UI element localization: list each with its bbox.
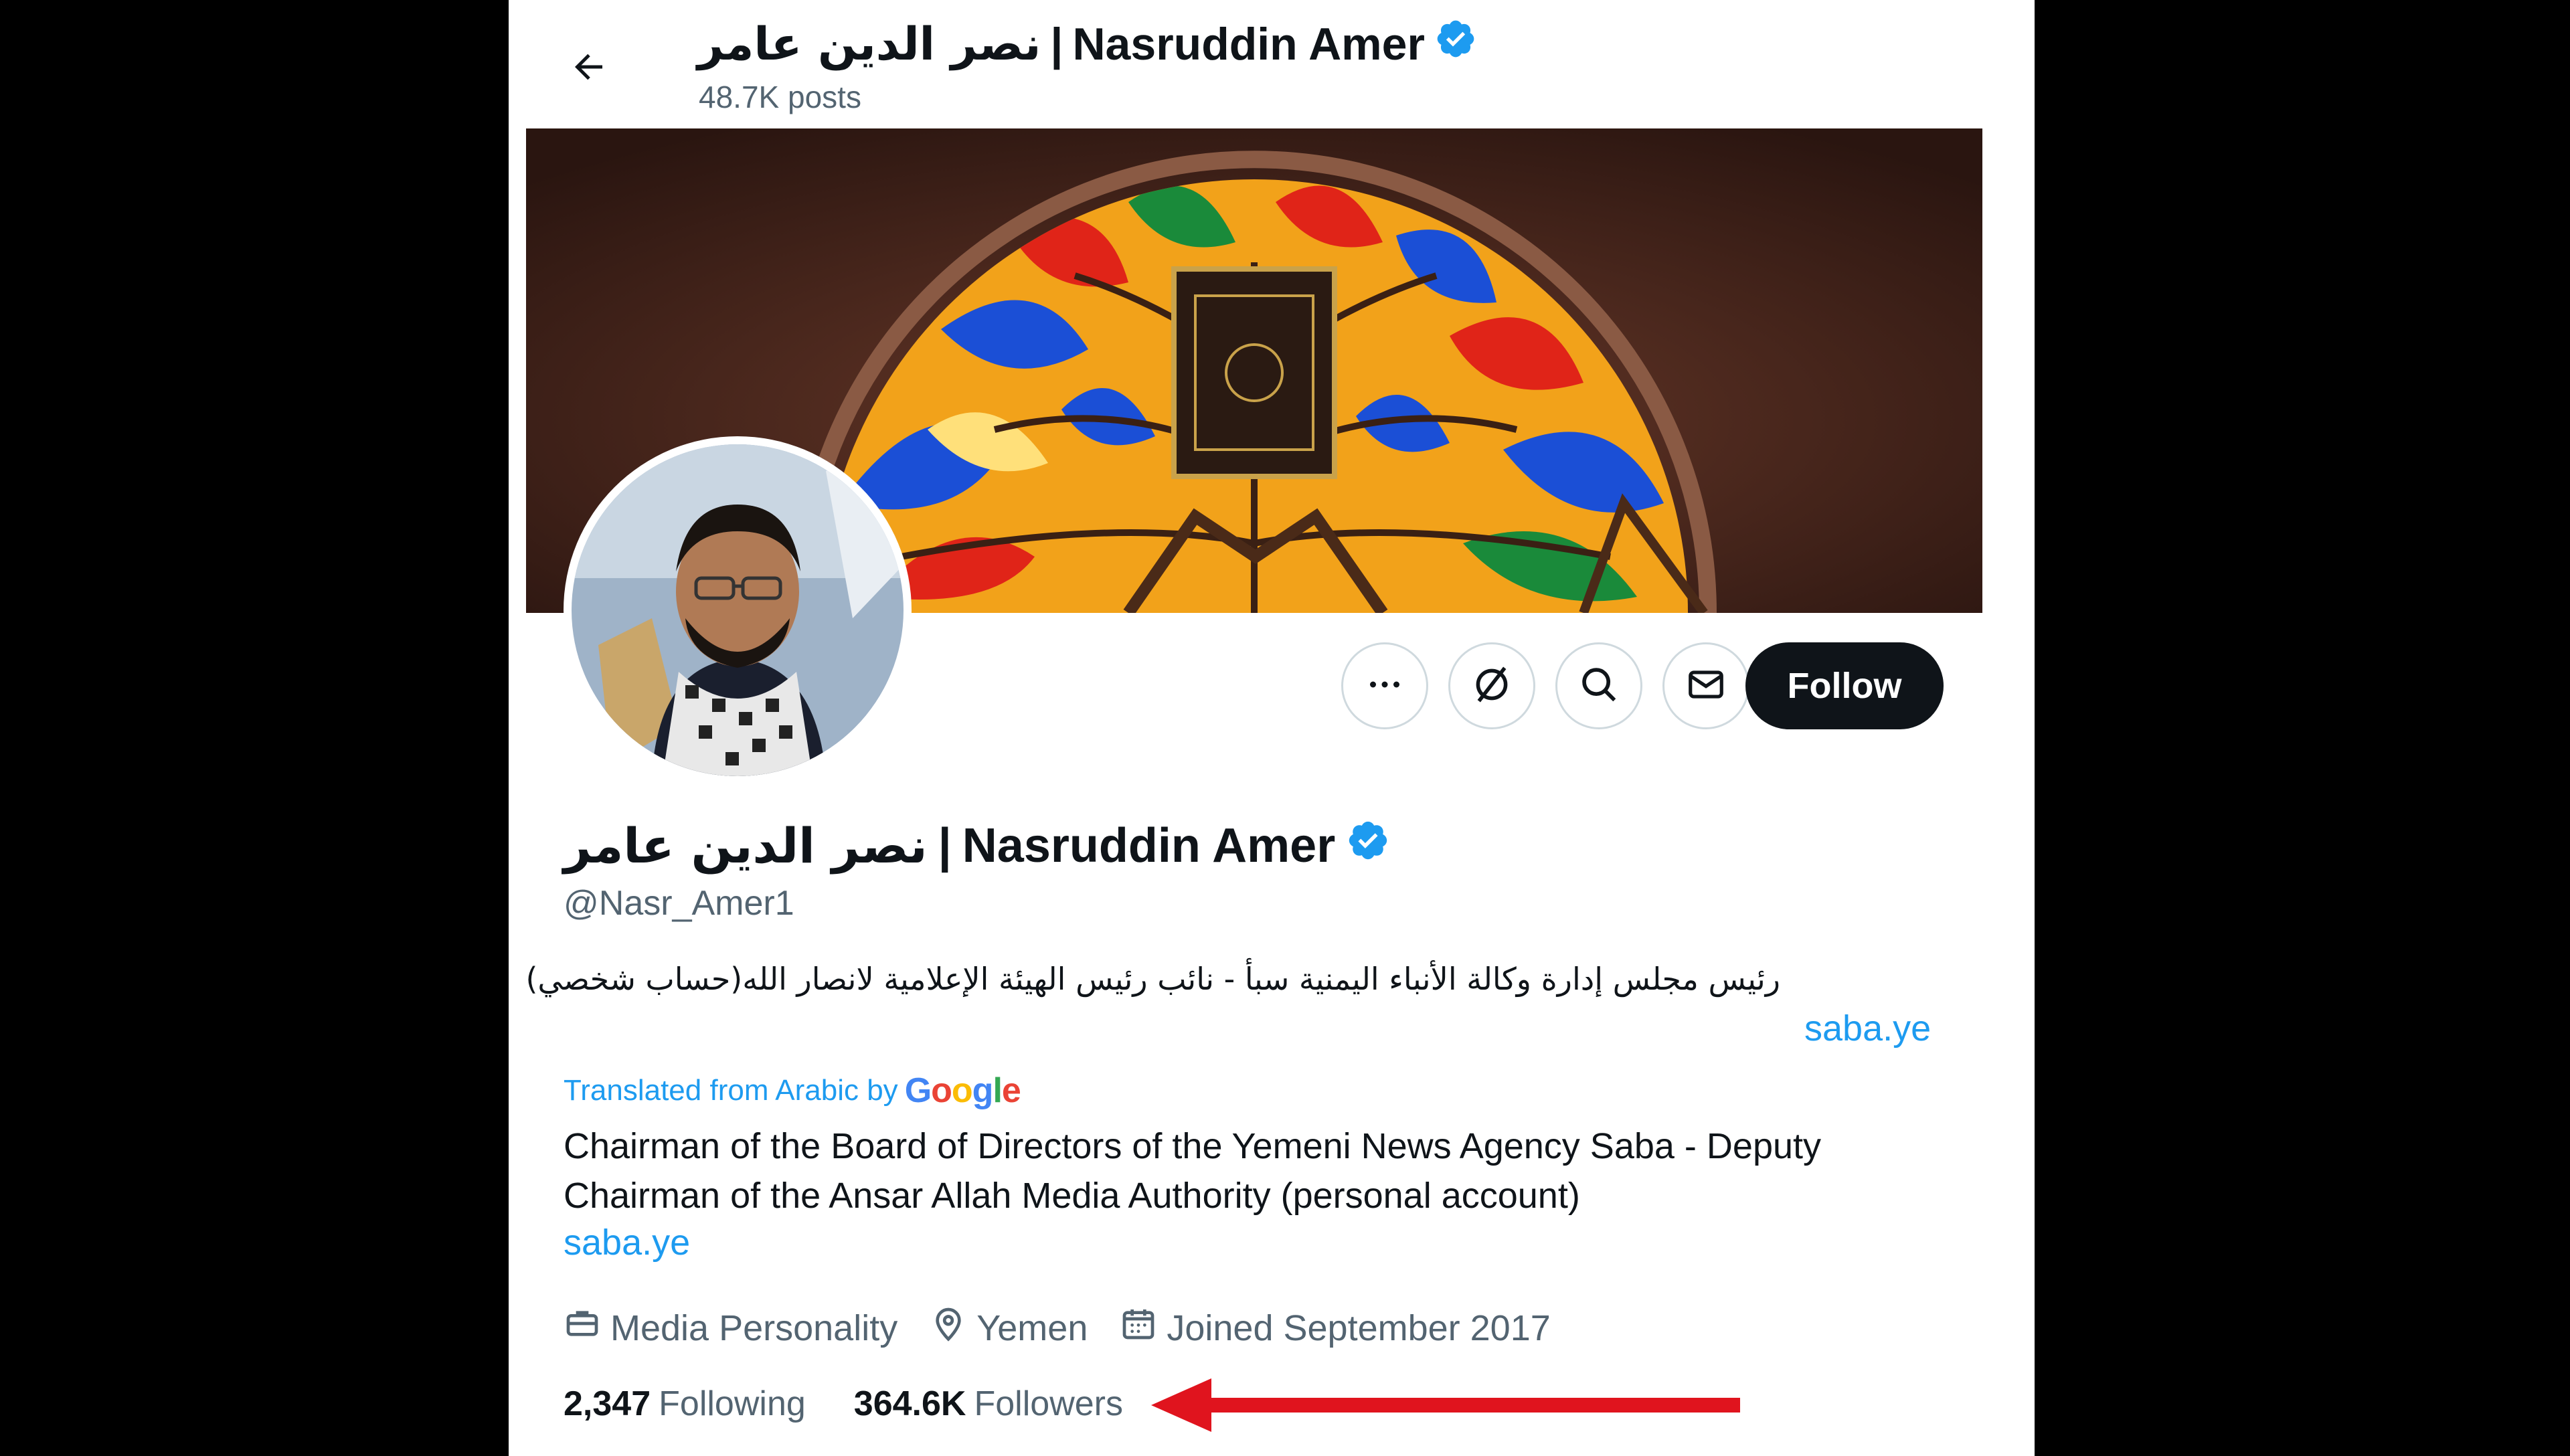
message-button[interactable] [1662,642,1749,729]
follow-button[interactable]: Follow [1745,642,1944,729]
location-pin-icon [930,1305,967,1351]
grok-button[interactable] [1448,642,1535,729]
joined-label: Joined September 2017 [1167,1307,1551,1348]
profile-name-en: Nasruddin Amer [962,819,1336,873]
more-options-button[interactable] [1341,642,1428,729]
followers-link[interactable]: 364.6K Followers [854,1384,1123,1424]
meta-location: Yemen [930,1305,1088,1351]
arrow-left-icon [569,47,609,90]
followers-label: Followers [974,1384,1123,1423]
bio-link-arabic[interactable]: saba.ye [1804,1008,1931,1049]
header-name-ar: نصر الدين عامر [697,17,1041,71]
profile-name-ar: نصر الدين عامر [564,818,928,874]
profile-name: نصر الدين عامر | Nasruddin Amer [564,818,1390,874]
header-title: نصر الدين عامر | Nasruddin Amer [697,17,1477,71]
bio-translated: Chairman of the Board of Directors of th… [564,1126,1822,1216]
search-icon [1578,664,1620,709]
location-label: Yemen [976,1307,1088,1348]
meta-category: Media Personality [564,1305,897,1351]
bio-link[interactable]: saba.ye [564,1222,690,1263]
verified-badge-icon [1434,17,1477,71]
header-name-sep: | [1050,19,1063,70]
search-profile-button[interactable] [1555,642,1642,729]
more-horizontal-icon [1365,664,1405,708]
follow-stats: 2,347 Following 364.6K Followers [564,1384,1171,1424]
category-label: Media Personality [610,1307,898,1348]
header-name-en: Nasruddin Amer [1072,19,1425,70]
google-logo: Google [904,1071,1021,1110]
envelope-icon [1685,664,1727,709]
annotation-arrow-icon [1151,1378,1740,1432]
profile-name-sep: | [938,819,952,873]
verified-badge-icon [1346,818,1390,874]
briefcase-icon [564,1305,601,1351]
profile-meta: Media Personality Yemen Joined September… [564,1305,1583,1351]
profile-panel: نصر الدين عامر | Nasruddin Amer 48.7K po… [509,0,2035,1456]
translation-label: Translated from Arabic by [564,1074,898,1107]
back-button[interactable] [562,41,616,95]
following-count: 2,347 [564,1384,651,1423]
meta-joined: Joined September 2017 [1120,1305,1551,1351]
calendar-icon [1120,1305,1157,1351]
avatar[interactable] [564,436,912,784]
grok-icon [1470,662,1514,710]
bio-arabic: رئيس مجلس إدارة وكالة الأنباء اليمنية سب… [525,961,1780,997]
following-link[interactable]: 2,347 Following [564,1384,806,1424]
following-label: Following [659,1384,806,1423]
followers-count: 364.6K [853,1384,966,1423]
post-count: 48.7K posts [699,80,861,114]
profile-handle: @Nasr_Amer1 [564,884,794,923]
translation-notice[interactable]: Translated from Arabic by Google [564,1071,1021,1111]
